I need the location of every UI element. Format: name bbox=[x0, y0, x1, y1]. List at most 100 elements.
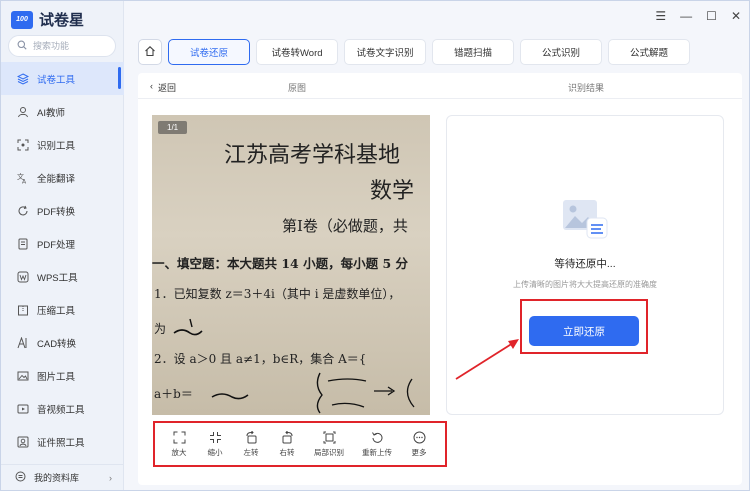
maximize-icon[interactable]: ☐ bbox=[706, 9, 717, 23]
image-icon bbox=[17, 370, 29, 382]
minimize-icon[interactable]: — bbox=[680, 9, 692, 23]
zoom-in-icon bbox=[173, 431, 185, 443]
image-toolbar: 放大 缩小 左转 右转 局部识别 重新上传 更多 bbox=[153, 421, 447, 467]
rotate-left-icon bbox=[246, 430, 256, 443]
window-controls: ☰ — ☐ ✕ bbox=[655, 9, 741, 23]
rotate-right-icon bbox=[282, 430, 292, 443]
tab-exam-to-word[interactable]: 试卷转Word bbox=[256, 39, 338, 65]
back-button[interactable]: ‹ 返回 bbox=[150, 81, 176, 94]
sidebar-item-exam-tools[interactable]: 试卷工具 bbox=[1, 62, 124, 95]
tool-label: 缩小 bbox=[207, 447, 223, 457]
layers-icon bbox=[17, 72, 29, 85]
home-button[interactable] bbox=[138, 39, 162, 65]
tab-error-scan[interactable]: 错题扫描 bbox=[432, 39, 514, 65]
result-label: 识别结果 bbox=[568, 83, 605, 93]
wps-icon bbox=[17, 271, 29, 283]
sidebar-item-compress[interactable]: 压缩工具 bbox=[1, 293, 124, 326]
refresh-icon bbox=[17, 205, 29, 217]
sidebar-scroll-indicator bbox=[118, 67, 121, 89]
sidebar-item-image[interactable]: 图片工具 bbox=[1, 359, 124, 392]
result-card: 等待还原中... 上传清晰的图片将大大提高还原的准确度 立即还原 bbox=[446, 115, 724, 415]
search-input[interactable] bbox=[33, 41, 103, 51]
sidebar-item-label: 证件照工具 bbox=[37, 437, 85, 449]
search-icon bbox=[17, 40, 27, 53]
result-status: 等待还原中... bbox=[554, 258, 616, 270]
panel-subheader: ‹ 返回 原图 识别结果 bbox=[138, 73, 742, 99]
svg-text:A: A bbox=[22, 178, 27, 184]
sidebar-item-pdf-process[interactable]: PDF处理 bbox=[1, 227, 124, 260]
sidebar-item-label: PDF处理 bbox=[37, 239, 76, 251]
restore-now-button[interactable]: 立即还原 bbox=[529, 316, 639, 346]
zoom-out-icon bbox=[209, 431, 221, 443]
tab-formula-ocr[interactable]: 公式识别 bbox=[520, 39, 602, 65]
content-panel: ‹ 返回 原图 识别结果 1/1 江苏高考学科基地 数学 第Ⅰ卷（必做题，共 一… bbox=[138, 73, 742, 485]
media-icon bbox=[17, 403, 29, 415]
logo-badge: 100 bbox=[11, 10, 33, 29]
tool-label: 左转 bbox=[243, 447, 259, 457]
document-icon bbox=[17, 238, 29, 250]
app-window: 100 试卷星 试卷工具 AI教师 识别工具 文A bbox=[0, 0, 750, 491]
app-name: 试卷星 bbox=[39, 12, 85, 29]
zoom-in-button[interactable]: 放大 bbox=[161, 431, 197, 458]
compress-icon bbox=[17, 304, 29, 316]
zoom-out-button[interactable]: 缩小 bbox=[197, 431, 233, 458]
sidebar-item-recognition[interactable]: 识别工具 bbox=[1, 128, 124, 161]
sidebar-item-label: AI教师 bbox=[37, 107, 65, 119]
tab-exam-restore[interactable]: 试卷还原 bbox=[168, 39, 250, 65]
tool-label: 局部识别 bbox=[314, 447, 344, 457]
home-icon bbox=[144, 45, 156, 60]
tool-label: 放大 bbox=[171, 447, 187, 457]
sidebar-item-label: 试卷工具 bbox=[37, 74, 76, 86]
handwriting-marks bbox=[173, 318, 415, 414]
tool-label: 更多 bbox=[411, 447, 427, 457]
app-logo: 100 试卷星 bbox=[11, 9, 84, 30]
sidebar-item-translate[interactable]: 文A 全能翻译 bbox=[1, 161, 124, 194]
tab-exam-text-ocr[interactable]: 试卷文字识别 bbox=[344, 39, 426, 65]
reupload-icon bbox=[371, 431, 382, 443]
sidebar-item-label: 识别工具 bbox=[37, 140, 76, 152]
sidebar-item-label: CAD转换 bbox=[37, 338, 77, 350]
search-box[interactable] bbox=[8, 35, 116, 57]
rotate-left-button[interactable]: 左转 bbox=[233, 430, 269, 458]
rotate-right-button[interactable]: 右转 bbox=[269, 430, 305, 458]
teacher-icon bbox=[17, 106, 29, 118]
sidebar-item-label: 音视频工具 bbox=[37, 404, 85, 416]
sidebar-item-wps[interactable]: WPS工具 bbox=[1, 260, 124, 293]
library-icon bbox=[15, 471, 26, 484]
translate-icon: 文A bbox=[17, 172, 29, 184]
back-label: 返回 bbox=[158, 83, 177, 93]
sidebar-item-ai-teacher[interactable]: AI教师 bbox=[1, 95, 124, 128]
partial-ocr-button[interactable]: 局部识别 bbox=[305, 431, 353, 458]
sidebar-item-label: 图片工具 bbox=[37, 371, 76, 383]
result-hint: 上传清晰的图片将大大提高还原的准确度 bbox=[513, 280, 657, 289]
menu-icon[interactable]: ☰ bbox=[655, 9, 666, 23]
close-icon[interactable]: ✕ bbox=[731, 9, 741, 23]
sidebar-item-id-photo[interactable]: 证件照工具 bbox=[1, 425, 124, 458]
more-button[interactable]: 更多 bbox=[401, 431, 437, 458]
my-library-button[interactable]: 我的资料库 › bbox=[1, 464, 124, 490]
sidebar: 100 试卷星 试卷工具 AI教师 识别工具 文A bbox=[1, 1, 124, 490]
tool-tabs: 试卷还原 试卷转Word 试卷文字识别 错题扫描 公式识别 公式解题 bbox=[138, 39, 690, 65]
tab-formula-solve[interactable]: 公式解题 bbox=[608, 39, 690, 65]
cad-icon bbox=[17, 336, 29, 349]
library-label: 我的资料库 bbox=[34, 473, 80, 483]
image-placeholder-icon bbox=[561, 198, 609, 245]
sidebar-item-label: WPS工具 bbox=[37, 272, 78, 284]
sidebar-item-cad[interactable]: CAD转换 bbox=[1, 326, 124, 359]
reupload-button[interactable]: 重新上传 bbox=[353, 431, 401, 458]
sidebar-item-media[interactable]: 音视频工具 bbox=[1, 392, 124, 425]
more-icon bbox=[413, 431, 425, 443]
sidebar-item-label: PDF转换 bbox=[37, 206, 76, 218]
original-photo: 1/1 江苏高考学科基地 数学 第Ⅰ卷（必做题，共 一、填空题：本大题共 14 … bbox=[152, 115, 430, 415]
id-photo-icon bbox=[17, 436, 29, 448]
tool-label: 右转 bbox=[279, 447, 295, 457]
chevron-left-icon: ‹ bbox=[150, 81, 153, 91]
tool-label: 重新上传 bbox=[362, 447, 392, 457]
original-label: 原图 bbox=[288, 83, 307, 93]
chevron-right-icon: › bbox=[109, 472, 112, 483]
crop-icon bbox=[323, 431, 335, 443]
sidebar-item-pdf-convert[interactable]: PDF转换 bbox=[1, 194, 124, 227]
scan-icon bbox=[17, 139, 29, 151]
sidebar-item-label: 压缩工具 bbox=[37, 305, 76, 317]
sidebar-nav: 试卷工具 AI教师 识别工具 文A 全能翻译 PDF转换 PDF处理 WPS工具… bbox=[1, 62, 124, 458]
